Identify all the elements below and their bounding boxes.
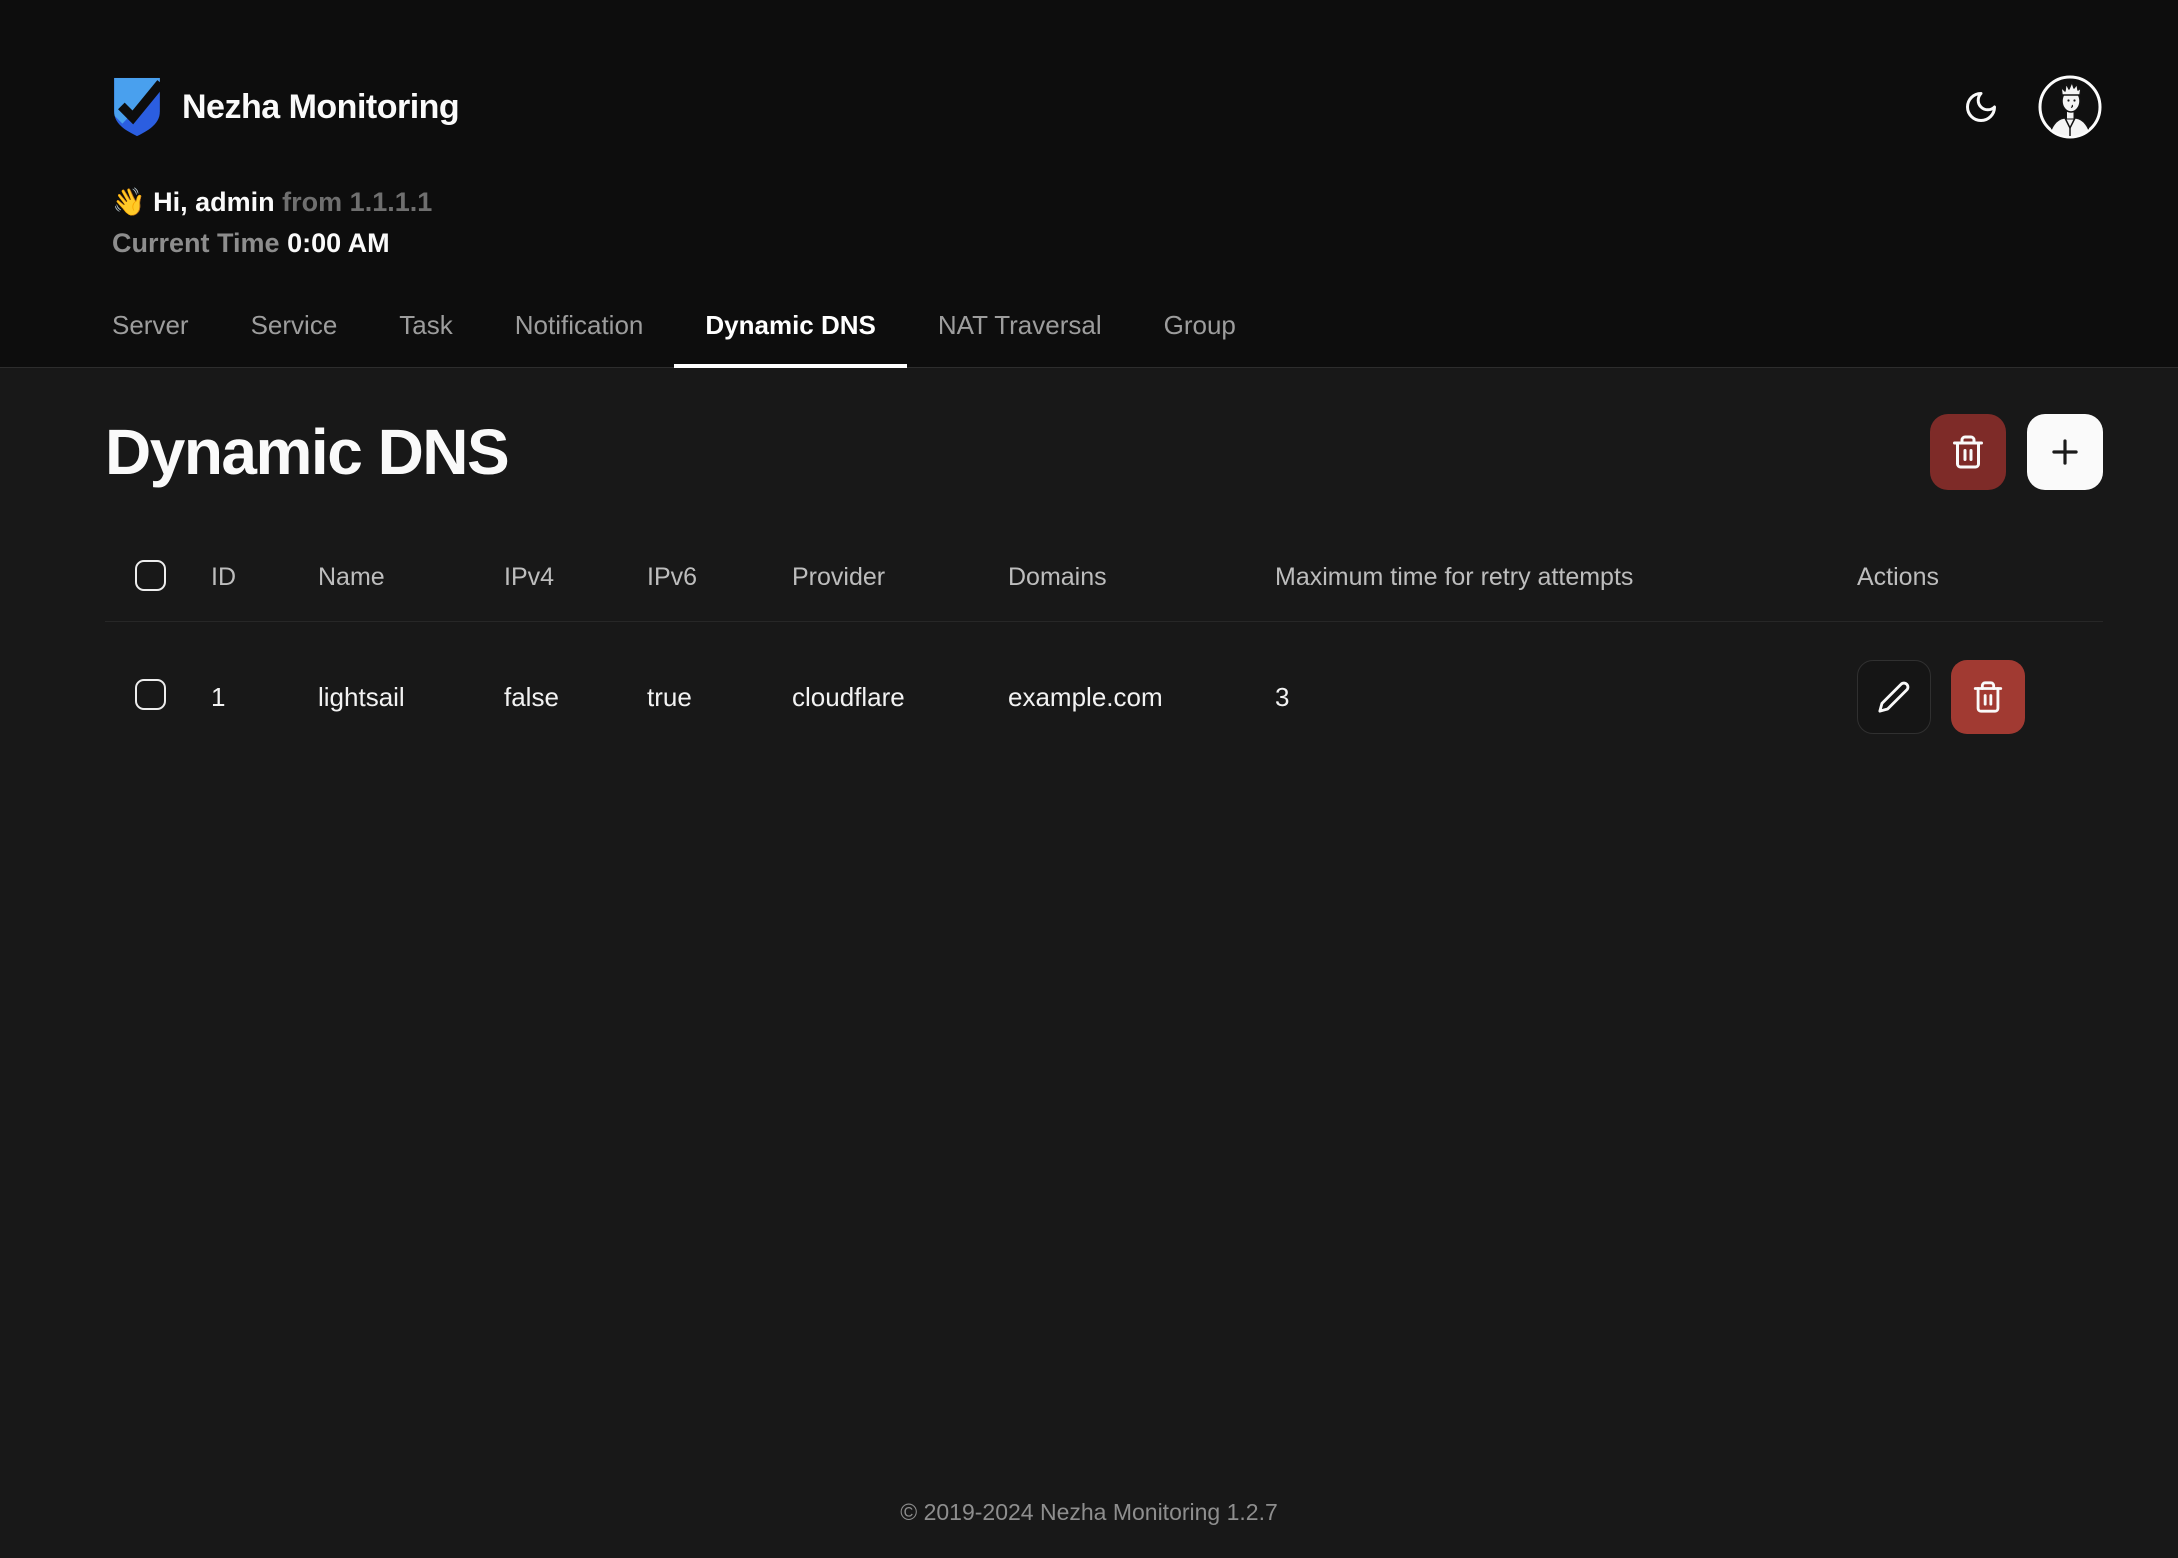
shield-check-logo-icon <box>112 75 162 139</box>
trash-icon <box>1971 680 2005 714</box>
col-header-ipv6: IPv6 <box>647 563 792 592</box>
brand[interactable]: Nezha Monitoring <box>112 75 459 139</box>
main-content: Dynamic DNS <box>0 368 2178 772</box>
tab-service[interactable]: Service <box>220 310 369 367</box>
col-header-name: Name <box>318 563 504 592</box>
header: Nezha Monitoring <box>0 0 2178 368</box>
table-row: 1 lightsail false true cloudflare exampl… <box>105 622 2103 772</box>
col-header-domains: Domains <box>1008 563 1275 592</box>
theme-toggle-button[interactable] <box>1959 85 2003 129</box>
col-header-ipv4: IPv4 <box>504 563 647 592</box>
cell-max-retry: 3 <box>1275 682 1857 713</box>
greeting-block: 👋 Hi, admin from 1.1.1.1 Current Time 0:… <box>112 182 2103 264</box>
delete-row-button[interactable] <box>1951 660 2025 734</box>
page-title: Dynamic DNS <box>105 415 508 489</box>
cell-domains: example.com <box>1008 682 1275 713</box>
edit-row-button[interactable] <box>1857 660 1931 734</box>
plus-icon <box>2046 433 2084 471</box>
footer-copyright: © 2019-2024 Nezha Monitoring 1.2.7 <box>0 1499 2178 1526</box>
col-header-provider: Provider <box>792 563 1008 592</box>
tab-group[interactable]: Group <box>1133 310 1267 367</box>
wave-emoji-icon: 👋 <box>112 187 146 217</box>
tab-server[interactable]: Server <box>81 310 220 367</box>
greeting-text: Hi, admin <box>153 187 275 217</box>
select-all-checkbox[interactable] <box>135 560 166 591</box>
moon-icon <box>1963 89 1999 125</box>
cell-ipv6: true <box>647 682 792 713</box>
add-record-button[interactable] <box>2027 414 2103 490</box>
current-time-label: Current Time <box>112 228 280 258</box>
tab-notification[interactable]: Notification <box>484 310 675 367</box>
user-avatar-icon <box>2037 74 2103 140</box>
brand-name: Nezha Monitoring <box>182 88 459 127</box>
delete-selected-button[interactable] <box>1930 414 2006 490</box>
col-header-max-retry: Maximum time for retry attempts <box>1275 563 1857 592</box>
col-header-id: ID <box>211 563 318 592</box>
toolbar <box>1930 414 2103 490</box>
avatar[interactable] <box>2037 74 2103 140</box>
ddns-table: ID Name IPv4 IPv6 Provider Domains Maxim… <box>105 534 2103 772</box>
cell-ipv4: false <box>504 682 647 713</box>
row-actions <box>1857 660 2103 734</box>
cell-provider: cloudflare <box>792 682 1008 713</box>
greeting-source: from 1.1.1.1 <box>282 187 432 217</box>
row-checkbox[interactable] <box>135 679 166 710</box>
pencil-icon <box>1877 680 1911 714</box>
cell-name: lightsail <box>318 682 504 713</box>
col-header-actions: Actions <box>1857 563 2103 592</box>
nav-tabs: Server Service Task Notification Dynamic… <box>81 310 2103 367</box>
app-root: Nezha Monitoring <box>0 0 2178 1558</box>
current-time-line: Current Time 0:00 AM <box>112 223 2103 264</box>
tab-dynamic-dns[interactable]: Dynamic DNS <box>674 310 907 367</box>
tab-task[interactable]: Task <box>368 310 483 367</box>
greeting-line: 👋 Hi, admin from 1.1.1.1 <box>112 182 2103 223</box>
tab-nat-traversal[interactable]: NAT Traversal <box>907 310 1133 367</box>
cell-id: 1 <box>211 682 318 713</box>
table-header-row: ID Name IPv4 IPv6 Provider Domains Maxim… <box>105 534 2103 622</box>
trash-icon <box>1950 434 1986 470</box>
current-time-value: 0:00 AM <box>287 228 390 258</box>
